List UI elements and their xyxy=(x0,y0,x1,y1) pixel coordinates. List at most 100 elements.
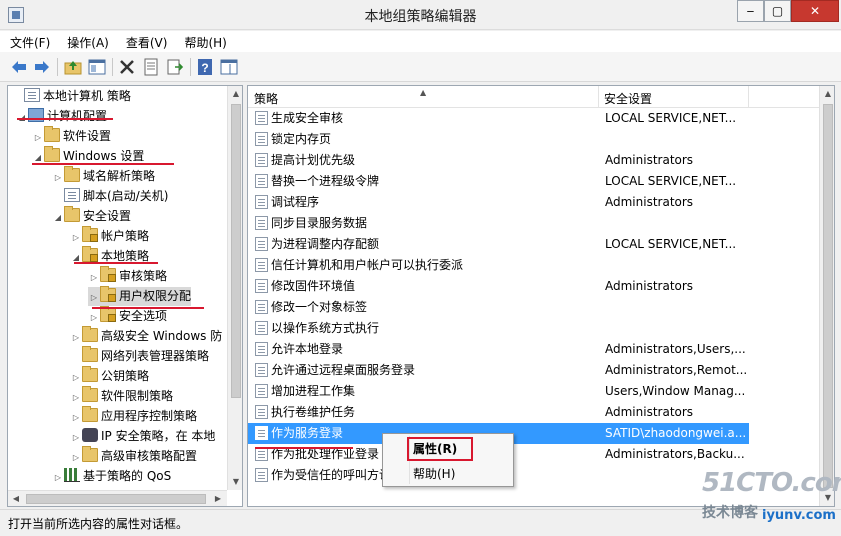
table-row[interactable]: 执行卷维护任务 Administrators xyxy=(248,402,820,423)
table-row[interactable]: 增加进程工作集 Users,Window Manag... xyxy=(248,381,820,402)
tree-item[interactable]: ▷ 域名解析策略 xyxy=(52,166,156,187)
expand-arrow-icon[interactable]: ▷ xyxy=(70,388,82,407)
table-row[interactable]: 提高计划优先级 Administrators xyxy=(248,150,820,171)
policy-name: 修改一个对象标签 xyxy=(271,300,368,314)
scroll-left-arrow-icon[interactable]: ◀ xyxy=(8,491,24,506)
policy-name: 作为服务登录 xyxy=(271,426,344,440)
list-scroll-thumb[interactable] xyxy=(823,104,833,488)
column-header-policy[interactable]: 策略 xyxy=(254,90,278,107)
expand-arrow-icon[interactable]: ▷ xyxy=(70,448,82,467)
list-vertical-scrollbar[interactable]: ▲ ▼ xyxy=(819,86,834,506)
menu-view[interactable]: 查看(V) xyxy=(116,31,175,51)
tree-item[interactable]: ▷ 高级安全 Windows 防 xyxy=(70,326,222,347)
tree-hscroll-thumb[interactable] xyxy=(26,494,206,504)
table-row[interactable]: 替换一个进程级令牌 LOCAL SERVICE,NET... xyxy=(248,171,820,192)
tree-item[interactable]: ▷ 安全选项 xyxy=(88,306,167,327)
up-folder-icon[interactable] xyxy=(64,58,82,76)
table-row[interactable]: 允许通过远程桌面服务登录 Administrators,Remot... xyxy=(248,360,820,381)
tree-vertical-scrollbar[interactable]: ▲ ▼ xyxy=(227,86,242,490)
table-row[interactable]: 以操作系统方式执行 xyxy=(248,318,820,339)
tree-item[interactable]: ▷ 帐户策略 xyxy=(70,226,149,247)
tree-item[interactable]: ▷ 用户权限分配 xyxy=(88,286,192,307)
minimize-button[interactable]: ‒ xyxy=(737,0,764,22)
menu-action[interactable]: 操作(A) xyxy=(57,31,116,51)
scroll-up-arrow-icon[interactable]: ▲ xyxy=(820,86,834,102)
close-button[interactable]: ✕ xyxy=(791,0,839,22)
properties-icon[interactable] xyxy=(142,58,160,76)
collapse-arrow-icon[interactable]: ◢ xyxy=(52,208,64,227)
expand-arrow-icon[interactable]: ▷ xyxy=(70,328,82,347)
tree-item[interactable]: ▷ 应用程序控制策略 xyxy=(70,406,197,427)
title-bar: 本地组策略编辑器 ‒ ▢ ✕ xyxy=(0,0,841,30)
tree-item-label: 软件限制策略 xyxy=(101,389,174,403)
table-row[interactable]: 修改一个对象标签 xyxy=(248,297,820,318)
folder-icon xyxy=(64,166,80,182)
policy-security-setting: SATID\zhaodongwei.a... xyxy=(605,426,747,440)
tree-item[interactable]: ▷ 软件设置 xyxy=(32,126,111,147)
show-hide-tree-icon[interactable] xyxy=(88,58,106,76)
policy-icon xyxy=(255,132,268,146)
tree-item[interactable]: 本地计算机 策略 xyxy=(12,87,131,106)
context-menu-help[interactable]: 帮助(H) xyxy=(413,464,455,484)
maximize-button[interactable]: ▢ xyxy=(764,0,791,22)
policy-name: 为进程调整内存配额 xyxy=(271,237,380,251)
tree-item[interactable]: 网络列表管理器策略 xyxy=(70,346,209,366)
table-row[interactable]: 允许本地登录 Administrators,Users,... xyxy=(248,339,820,360)
tree-item[interactable]: ▷ 公钥策略 xyxy=(70,366,149,387)
expand-arrow-icon[interactable]: ▷ xyxy=(52,468,64,487)
scroll-down-arrow-icon[interactable]: ▼ xyxy=(820,490,834,506)
table-row[interactable]: 修改固件环境值 Administrators xyxy=(248,276,820,297)
tree-item[interactable]: ▷ 高级审核策略配置 xyxy=(70,446,197,467)
policy-name: 同步目录服务数据 xyxy=(271,216,368,230)
column-header-security-setting[interactable]: 安全设置 xyxy=(604,90,652,107)
policy-security-setting: Administrators,Remot... xyxy=(605,363,748,377)
expand-arrow-icon[interactable]: ▷ xyxy=(88,288,100,307)
menu-file[interactable]: 文件(F) xyxy=(0,31,57,51)
export-list-icon[interactable] xyxy=(166,58,184,76)
tree-item[interactable]: ▷ 软件限制策略 xyxy=(70,386,174,407)
annotation-underline xyxy=(17,118,113,120)
tree-item-label: 域名解析策略 xyxy=(83,169,156,183)
view-icon[interactable] xyxy=(220,58,238,76)
table-row[interactable]: 调试程序 Administrators xyxy=(248,192,820,213)
tree-item[interactable]: ▷ IP 安全策略，在 本地 xyxy=(70,427,215,446)
policy-icon xyxy=(255,195,268,209)
list-header: 策略 ▲ 安全设置 xyxy=(248,86,820,108)
tree-item-label: 安全设置 xyxy=(83,209,132,223)
help-icon[interactable]: ? xyxy=(196,58,214,76)
delete-icon[interactable] xyxy=(118,58,136,76)
table-row[interactable]: 信任计算机和用户帐户可以执行委派 xyxy=(248,255,820,276)
tree-item[interactable]: ▷ 基于策略的 QoS xyxy=(52,467,171,486)
expand-arrow-icon[interactable]: ▷ xyxy=(70,428,82,447)
tree-item[interactable]: ◢计算机配置 xyxy=(16,107,107,126)
forward-arrow-icon[interactable] xyxy=(33,58,51,76)
scroll-up-arrow-icon[interactable]: ▲ xyxy=(228,86,242,102)
back-arrow-icon[interactable] xyxy=(10,58,28,76)
expand-arrow-icon[interactable]: ▷ xyxy=(32,128,44,147)
tree-scroll-thumb[interactable] xyxy=(231,104,241,398)
table-row[interactable]: 锁定内存页 xyxy=(248,129,820,150)
table-row[interactable]: 为进程调整内存配额 LOCAL SERVICE,NET... xyxy=(248,234,820,255)
menu-help[interactable]: 帮助(H) xyxy=(174,31,233,51)
table-row[interactable]: 作为受信任的呼叫方访 xyxy=(248,465,820,486)
tree-item[interactable]: 脚本(启动/关机) xyxy=(52,187,168,206)
tree-item[interactable]: ◢ 安全设置 xyxy=(52,206,132,227)
expand-arrow-icon[interactable]: ▷ xyxy=(70,368,82,387)
table-row[interactable]: 同步目录服务数据 xyxy=(248,213,820,234)
annotation-underline xyxy=(255,447,353,449)
policy-icon xyxy=(255,426,268,440)
tree-horizontal-scrollbar[interactable]: ◀ ▶ xyxy=(8,490,227,506)
expand-arrow-icon[interactable]: ▷ xyxy=(88,268,100,287)
expand-arrow-icon[interactable]: ▷ xyxy=(88,308,100,327)
expand-arrow-icon[interactable]: ▷ xyxy=(70,228,82,247)
menu-bar: 文件(F) 操作(A) 查看(V) 帮助(H) xyxy=(0,31,841,52)
expand-arrow-icon[interactable]: ▷ xyxy=(70,408,82,427)
expand-arrow-icon[interactable]: ▷ xyxy=(52,168,64,187)
scroll-down-arrow-icon[interactable]: ▼ xyxy=(228,474,242,490)
tree-item[interactable]: ▷ 审核策略 xyxy=(88,266,167,287)
collapse-arrow-icon[interactable]: ◢ xyxy=(70,248,82,267)
scroll-right-arrow-icon[interactable]: ▶ xyxy=(210,491,226,506)
table-row[interactable]: 生成安全审核 LOCAL SERVICE,NET... xyxy=(248,108,820,129)
column-separator[interactable] xyxy=(748,86,749,108)
column-separator[interactable] xyxy=(598,86,599,108)
